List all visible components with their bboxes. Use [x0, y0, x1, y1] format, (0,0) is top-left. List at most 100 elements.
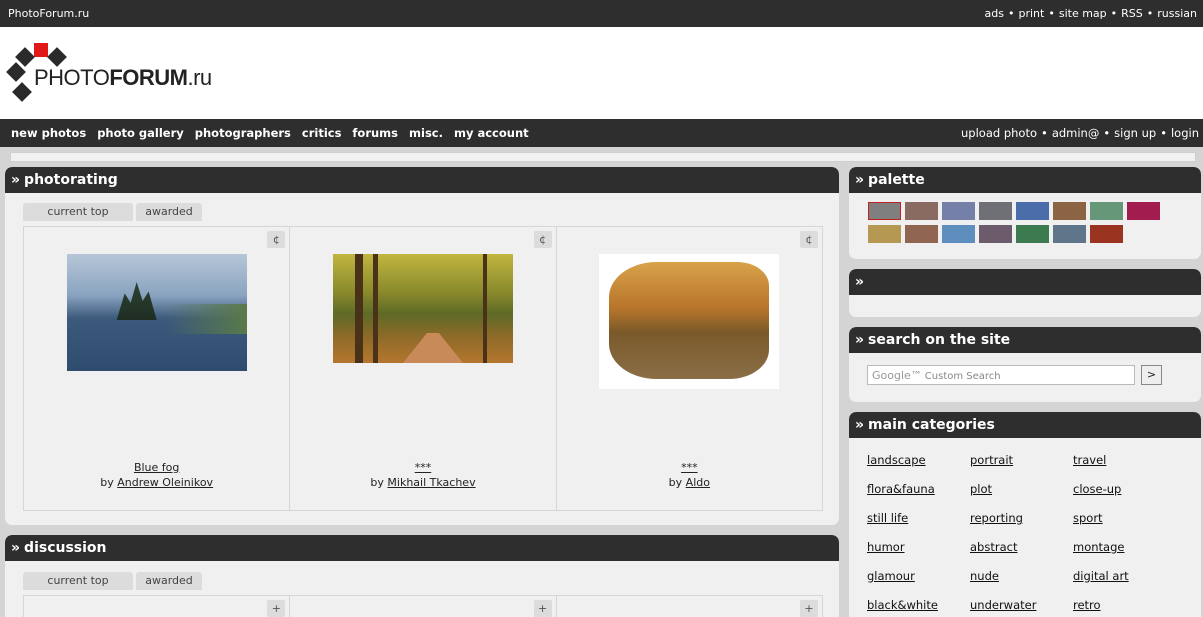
photo-action-button[interactable]: ¢ — [533, 231, 552, 248]
nav-photo-gallery[interactable]: photo gallery — [97, 126, 184, 140]
color-swatch[interactable] — [868, 202, 901, 220]
nav-login[interactable]: login — [1171, 126, 1199, 140]
top-link-rss[interactable]: RSS — [1121, 7, 1143, 20]
color-swatch[interactable] — [868, 225, 901, 243]
category-link[interactable]: portrait — [970, 453, 1013, 467]
tab-current-top[interactable]: current top — [23, 203, 133, 221]
category-link[interactable]: underwater — [970, 598, 1036, 612]
photo-author-link[interactable]: Andrew Oleinikov — [117, 476, 213, 489]
category-link[interactable]: nude — [970, 569, 999, 583]
search-button[interactable]: > — [1141, 365, 1162, 385]
category-link[interactable]: travel — [1073, 453, 1106, 467]
color-swatch[interactable] — [1053, 202, 1086, 220]
panel-header: » — [849, 269, 1201, 295]
category-link[interactable]: digital art — [1073, 569, 1129, 583]
nav-new-photos[interactable]: new photos — [11, 126, 86, 140]
empty-panel: » — [849, 269, 1201, 317]
photo-cell: ¢ Blue fog by Andrew Oleinikov — [24, 227, 291, 510]
category-link[interactable]: reporting — [970, 511, 1023, 525]
nav-my-account[interactable]: my account — [454, 126, 529, 140]
google-logo: Google™ — [872, 369, 922, 382]
photo-thumbnail[interactable] — [599, 254, 780, 389]
top-link-ads[interactable]: ads — [985, 7, 1004, 20]
top-link-print[interactable]: print — [1018, 7, 1044, 20]
color-swatch[interactable] — [905, 202, 938, 220]
category-link[interactable]: still life — [867, 511, 908, 525]
nav-admin[interactable]: admin@ — [1052, 126, 1100, 140]
color-swatches — [868, 202, 1160, 243]
logo-red-square — [34, 43, 48, 57]
info-strip — [10, 152, 1196, 162]
nav-upload-photo[interactable]: upload photo — [961, 126, 1037, 140]
photo-action-button[interactable]: ¢ — [799, 231, 818, 248]
photo-author-link[interactable]: Aldo — [686, 476, 710, 489]
main-nav: new photos photo gallery photographers c… — [0, 119, 1203, 147]
add-button[interactable]: + — [799, 600, 818, 617]
logo-diamond — [12, 82, 32, 102]
panel-header: » main categories — [849, 412, 1201, 438]
photo-title-link[interactable]: *** — [415, 461, 432, 474]
site-logo[interactable]: PHOTOFORUM.ru — [6, 41, 212, 105]
panel-header: » search on the site — [849, 327, 1201, 353]
category-link[interactable]: plot — [970, 482, 992, 496]
photo-cell: ¢ *** by Mikhail Tkachev — [290, 227, 557, 510]
nav-forums[interactable]: forums — [352, 126, 398, 140]
top-link-russian[interactable]: russian — [1157, 7, 1197, 20]
panel-title: palette — [868, 172, 925, 188]
top-link-site-map[interactable]: site map — [1059, 7, 1107, 20]
category-link[interactable]: sport — [1073, 511, 1103, 525]
discussion-cell: + — [290, 596, 557, 617]
color-swatch[interactable] — [979, 202, 1012, 220]
color-swatch[interactable] — [1090, 202, 1123, 220]
panel-header: » photorating — [5, 167, 839, 193]
discussion-tabs: current top awarded — [23, 572, 202, 590]
discussion-cell: + — [24, 596, 291, 617]
color-swatch[interactable] — [1127, 202, 1160, 220]
color-swatch[interactable] — [942, 225, 975, 243]
category-link[interactable]: retro — [1073, 598, 1101, 612]
site-name[interactable]: PhotoForum.ru — [8, 7, 89, 20]
nav-sign-up[interactable]: sign up — [1114, 126, 1156, 140]
categories-panel: » main categories landscape portrait travel… — [849, 412, 1201, 617]
logo-diamond — [47, 47, 67, 67]
add-button[interactable]: + — [267, 600, 286, 617]
top-links: ads • print • site map • RSS • russian — [984, 7, 1197, 20]
color-swatch[interactable] — [979, 225, 1012, 243]
logo-text: PHOTOFORUM.ru — [34, 65, 212, 90]
photo-thumbnail[interactable] — [66, 254, 247, 371]
tab-awarded[interactable]: awarded — [136, 203, 202, 221]
color-swatch[interactable] — [942, 202, 975, 220]
nav-misc[interactable]: misc. — [409, 126, 443, 140]
panel-header: » palette — [849, 167, 1201, 193]
search-input[interactable]: Google™ Custom Search — [867, 365, 1135, 385]
category-link[interactable]: montage — [1073, 540, 1124, 554]
nav-photographers[interactable]: photographers — [195, 126, 291, 140]
color-swatch[interactable] — [1053, 225, 1086, 243]
add-button[interactable]: + — [533, 600, 552, 617]
category-link[interactable]: glamour — [867, 569, 915, 583]
photo-author-link[interactable]: Mikhail Tkachev — [387, 476, 475, 489]
photo-thumbnail[interactable] — [332, 254, 513, 363]
panel-title: photorating — [24, 172, 118, 188]
category-link[interactable]: flora&fauna — [867, 482, 935, 496]
category-list: landscape portrait travel flora&fauna plot cl… — [867, 453, 1176, 617]
photo-title-link[interactable]: Blue fog — [134, 461, 179, 474]
photo-action-button[interactable]: ¢ — [267, 231, 286, 248]
photo-title-link[interactable]: *** — [681, 461, 698, 474]
discussion-panel: » discussion current top awarded + + + — [5, 535, 839, 617]
color-swatch[interactable] — [1090, 225, 1123, 243]
tab-awarded[interactable]: awarded — [136, 572, 202, 590]
panel-title: search on the site — [868, 332, 1011, 348]
category-link[interactable]: landscape — [867, 453, 926, 467]
tab-current-top[interactable]: current top — [23, 572, 133, 590]
color-swatch[interactable] — [1016, 225, 1049, 243]
category-link[interactable]: close-up — [1073, 482, 1121, 496]
category-link[interactable]: abstract — [970, 540, 1017, 554]
category-link[interactable]: humor — [867, 540, 905, 554]
photorating-tabs: current top awarded — [23, 203, 202, 221]
color-swatch[interactable] — [1016, 202, 1049, 220]
color-swatch[interactable] — [905, 225, 938, 243]
search-panel: » search on the site Google™ Custom Search… — [849, 327, 1201, 402]
category-link[interactable]: black&white — [867, 598, 938, 612]
nav-critics[interactable]: critics — [302, 126, 342, 140]
